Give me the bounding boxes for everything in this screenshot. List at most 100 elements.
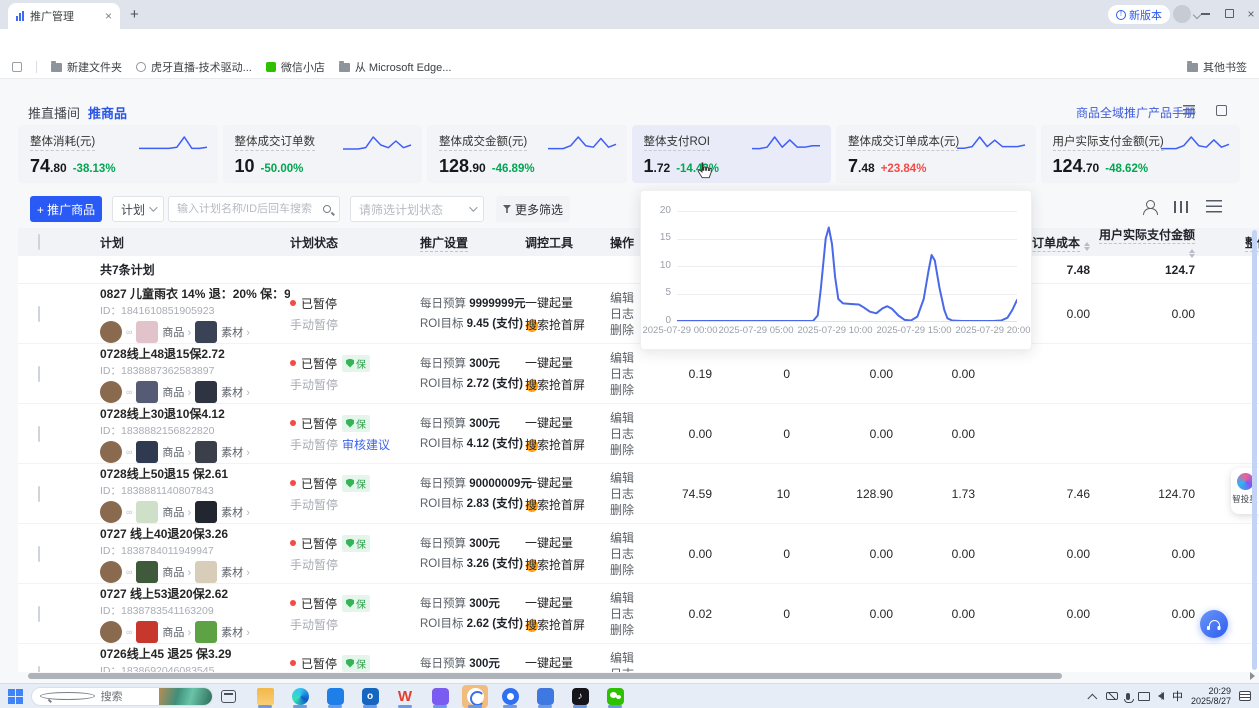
log-link[interactable]: 日志: [610, 426, 655, 442]
tab-promote-product[interactable]: 推商品: [88, 103, 127, 122]
material-thumb[interactable]: [195, 501, 217, 523]
browser-avatar[interactable]: [1173, 5, 1191, 23]
task-view-icon[interactable]: [221, 690, 236, 703]
table-settings-icon[interactable]: [1206, 200, 1222, 213]
product-thumb[interactable]: [136, 381, 158, 403]
taskbar-app-wechat[interactable]: [602, 685, 628, 708]
plan-title[interactable]: 0728线上30退10保4.12: [100, 405, 290, 422]
apps-icon[interactable]: [12, 62, 22, 72]
edit-link[interactable]: 编辑: [610, 350, 655, 366]
scope-select[interactable]: 计划: [112, 196, 164, 222]
taskbar-app-blue-circle[interactable]: [497, 685, 523, 708]
tab-close-icon[interactable]: ×: [105, 9, 112, 23]
search-top-screen-link[interactable]: 搜索抢首屏: [525, 556, 610, 573]
plan-title[interactable]: 0726线上45 退25 保3.29: [100, 645, 290, 662]
window-restore-button[interactable]: [1222, 7, 1236, 21]
bookmark-item[interactable]: 新建文件夹: [51, 59, 122, 75]
taskbar-app-outlook[interactable]: o: [357, 685, 383, 708]
taskbar-app-store[interactable]: [322, 685, 348, 708]
row-checkbox[interactable]: [38, 306, 40, 322]
taskbar-app-file-explorer[interactable]: [252, 685, 278, 708]
start-button[interactable]: [8, 689, 23, 704]
one-key-boost-link[interactable]: 一键起量: [525, 594, 610, 611]
search-top-screen-link[interactable]: 搜索抢首屏: [525, 436, 610, 453]
status-filter-select[interactable]: 请筛选计划状态: [350, 196, 484, 222]
product-thumb[interactable]: [136, 561, 158, 583]
metric-card[interactable]: 整体支付ROI 1.72-14.43%: [632, 125, 832, 183]
search-icon[interactable]: [323, 205, 331, 213]
bookmark-item[interactable]: 虎牙直播-技术驱动...: [136, 59, 252, 75]
log-link[interactable]: 日志: [610, 366, 655, 382]
one-key-boost-link[interactable]: 一键起量: [525, 534, 610, 551]
material-thumb[interactable]: [195, 381, 217, 403]
window-minimize-button[interactable]: [1198, 7, 1212, 21]
row-checkbox[interactable]: [38, 426, 40, 442]
window-close-button[interactable]: ×: [1244, 7, 1258, 21]
search-top-screen-link[interactable]: 搜索抢首屏: [525, 496, 610, 513]
material-link[interactable]: 素材 ›: [221, 444, 250, 460]
review-link[interactable]: 审核建议: [342, 438, 390, 452]
material-link[interactable]: 素材 ›: [221, 384, 250, 400]
edit-link[interactable]: 编辑: [610, 470, 655, 486]
material-thumb[interactable]: [195, 561, 217, 583]
network-icon[interactable]: [1138, 692, 1150, 701]
product-link[interactable]: 商品 ›: [162, 504, 191, 520]
taskbar-app-edge[interactable]: [287, 685, 313, 708]
metric-card[interactable]: 整体成交订单成本(元) 7.48+23.84%: [836, 125, 1036, 183]
product-thumb[interactable]: [136, 501, 158, 523]
search-highlight-image[interactable]: [159, 687, 212, 706]
product-manual-link[interactable]: 商品全域推广产品手册: [1076, 104, 1196, 121]
delete-link[interactable]: 删除: [610, 502, 655, 518]
row-checkbox[interactable]: [38, 366, 40, 382]
plan-title[interactable]: 0728线上50退15 保2.61: [100, 465, 290, 482]
search-top-screen-link[interactable]: 搜索抢首屏: [525, 376, 610, 393]
edit-link[interactable]: 编辑: [610, 410, 655, 426]
delete-link[interactable]: 删除: [610, 382, 655, 398]
metric-card[interactable]: 整体成交金额(元) 128.90-46.89%: [427, 125, 627, 183]
material-thumb[interactable]: [195, 621, 217, 643]
material-link[interactable]: 素材 ›: [221, 564, 250, 580]
speaker-icon[interactable]: [1158, 692, 1164, 700]
more-filters-button[interactable]: 更多筛选: [496, 196, 570, 222]
search-input[interactable]: [177, 203, 323, 215]
one-key-boost-link[interactable]: 一键起量: [525, 294, 610, 311]
taskbar-app-browser-active[interactable]: [462, 685, 488, 708]
taskbar-app-wps[interactable]: W: [392, 685, 418, 708]
plan-title[interactable]: 0727 线上40退20保3.26: [100, 525, 290, 542]
row-checkbox[interactable]: [38, 486, 40, 502]
row-checkbox[interactable]: [38, 546, 40, 562]
metric-card[interactable]: 整体消耗(元) 74.80-38.13%: [18, 125, 218, 183]
row-checkbox[interactable]: [38, 606, 40, 622]
touchpad-icon[interactable]: [1106, 692, 1118, 700]
customer-service-button[interactable]: [1200, 610, 1228, 638]
edit-link[interactable]: 编辑: [610, 650, 655, 666]
product-thumb[interactable]: [136, 321, 158, 343]
vertical-scrollbar[interactable]: [1252, 230, 1257, 670]
custom-audience-icon[interactable]: [1142, 199, 1158, 215]
hscroll-thumb[interactable]: [28, 673, 1062, 679]
ime-indicator[interactable]: 中: [1172, 688, 1183, 704]
other-bookmarks[interactable]: 其他书签: [1187, 59, 1247, 75]
tray-expand-icon[interactable]: [1087, 693, 1097, 703]
one-key-boost-link[interactable]: 一键起量: [525, 354, 610, 371]
scroll-right-icon[interactable]: [1250, 672, 1255, 680]
horizontal-scrollbar[interactable]: [0, 672, 1259, 680]
plan-title[interactable]: 0727 线上53退20保2.62: [100, 585, 290, 602]
product-link[interactable]: 商品 ›: [162, 564, 191, 580]
material-thumb[interactable]: [195, 441, 217, 463]
one-key-boost-link[interactable]: 一键起量: [525, 474, 610, 491]
col-header-user-paid[interactable]: 用户实际支付金额: [1090, 228, 1195, 258]
fullscreen-icon[interactable]: [1212, 101, 1230, 119]
plan-title[interactable]: 0728线上48退15保2.72: [100, 345, 290, 362]
bookmark-item[interactable]: 从 Microsoft Edge...: [339, 59, 452, 75]
search-top-screen-link[interactable]: 搜索抢首屏: [525, 616, 610, 633]
layout-settings-icon[interactable]: [1180, 101, 1198, 119]
notification-center-icon[interactable]: [1239, 691, 1251, 701]
metric-card[interactable]: 整体成交订单数 10-50.00%: [223, 125, 423, 183]
taskbar-app-douyin[interactable]: ♪: [567, 685, 593, 708]
metric-card[interactable]: 用户实际支付金额(元) 124.70-48.62%: [1041, 125, 1241, 183]
new-tab-button[interactable]: +: [130, 8, 139, 22]
microphone-icon[interactable]: [1126, 693, 1130, 700]
taskbar-app-docs[interactable]: [427, 685, 453, 708]
log-link[interactable]: 日志: [610, 486, 655, 502]
